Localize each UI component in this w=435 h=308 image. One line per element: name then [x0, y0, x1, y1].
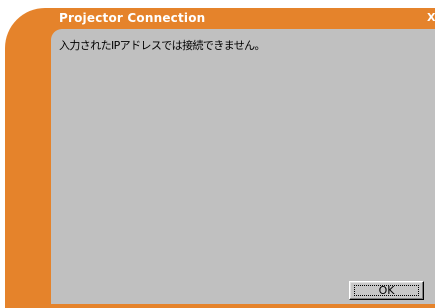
projector-connection-dialog: Projector Connection X 入力されたIPアドレスでは接続でき…: [0, 0, 435, 308]
dialog-content: 入力されたIPアドレスでは接続できません。 OK: [51, 29, 435, 304]
ok-button-label: OK: [378, 284, 395, 297]
window-title: Projector Connection: [59, 11, 206, 25]
ok-button[interactable]: OK: [349, 281, 424, 300]
error-message: 入力されたIPアドレスでは接続できません。: [59, 39, 266, 52]
title-bar[interactable]: Projector Connection X: [57, 10, 435, 26]
close-button[interactable]: X: [427, 11, 435, 25]
